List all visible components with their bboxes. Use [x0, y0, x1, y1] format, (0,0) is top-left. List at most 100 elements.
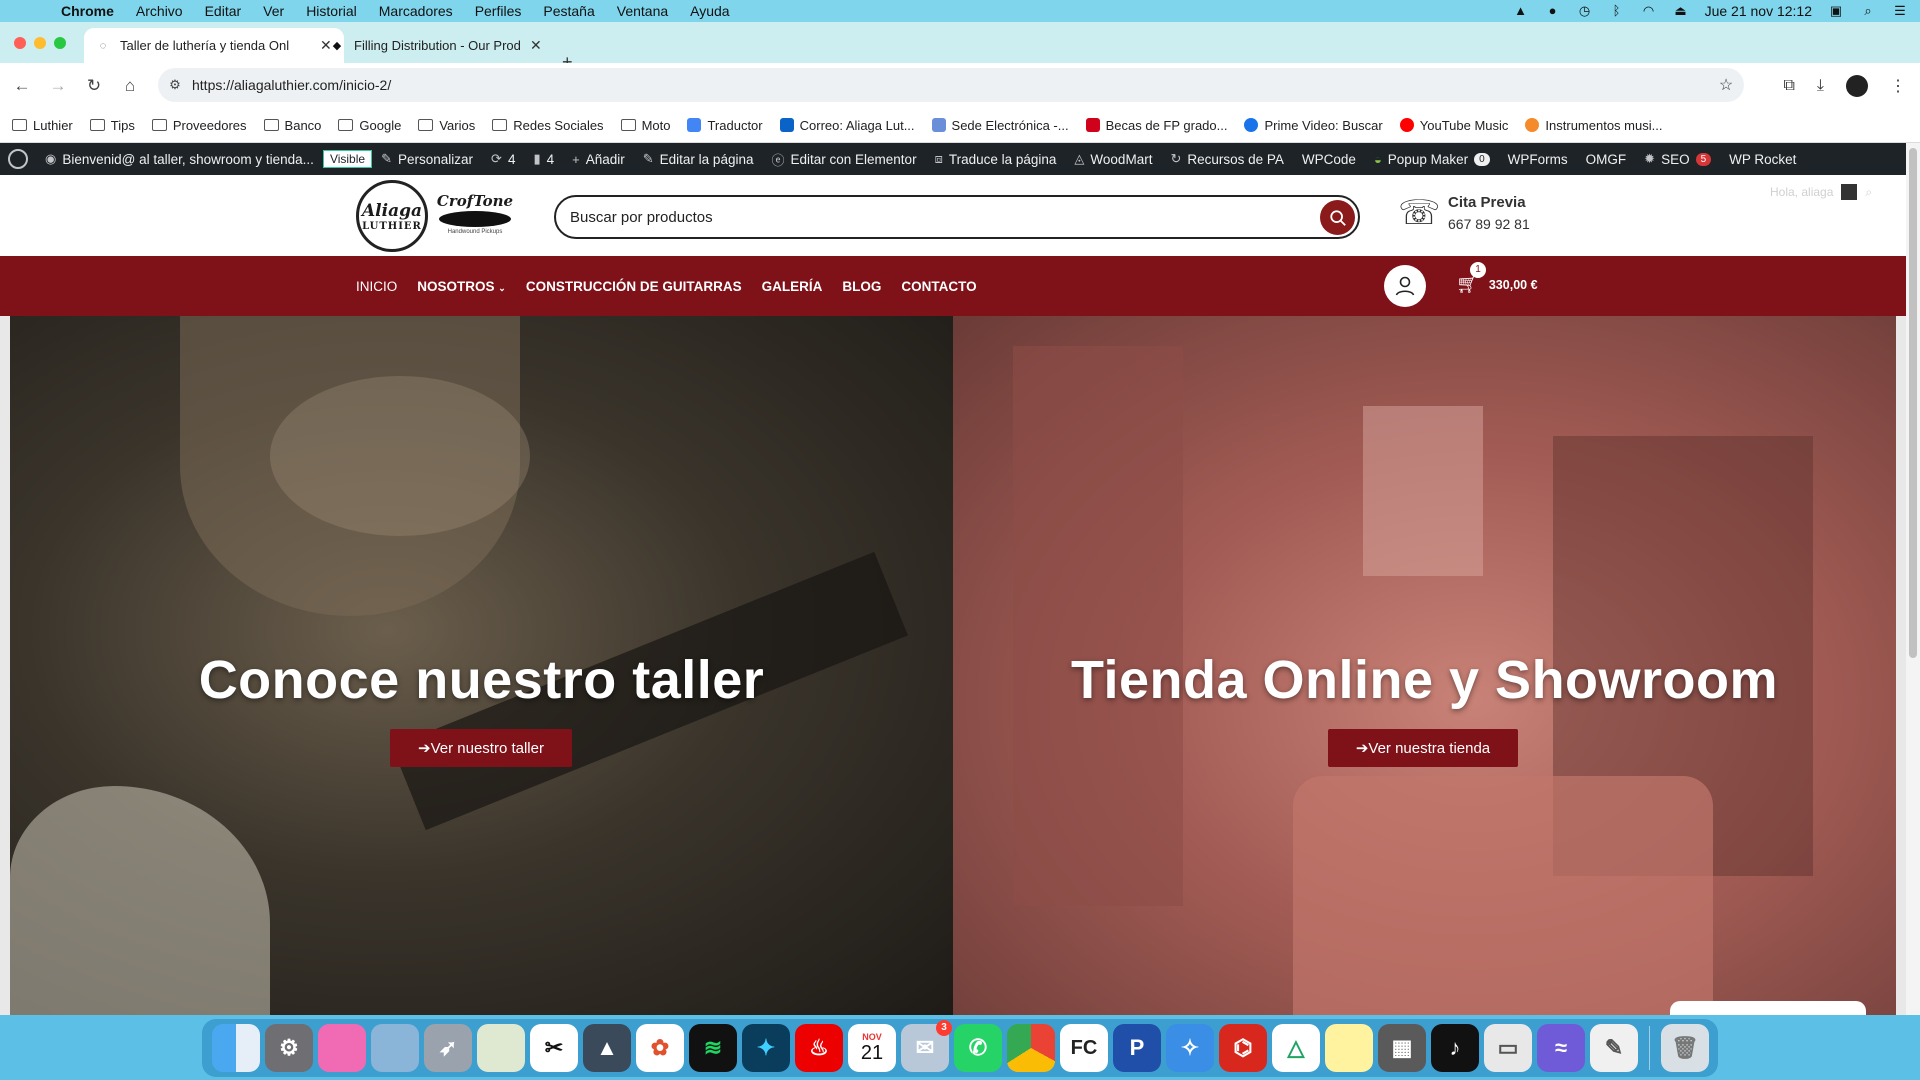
- bookmark-folder-varios[interactable]: Varios: [418, 118, 475, 133]
- profile-avatar[interactable]: [1846, 74, 1868, 97]
- nav-blog[interactable]: BLOG: [842, 279, 881, 294]
- wp-translate[interactable]: ⧈ Traduce la página: [926, 151, 1066, 167]
- wp-wpforms[interactable]: WPForms: [1499, 152, 1577, 167]
- account-button[interactable]: [1384, 265, 1426, 307]
- search-icon[interactable]: ⌕: [1865, 185, 1872, 200]
- bookmark-sede-electronica[interactable]: Sede Electrónica -...: [931, 118, 1069, 133]
- bluetooth-icon[interactable]: ᛒ: [1609, 4, 1625, 18]
- whatsapp-icon[interactable]: ✆: [954, 1024, 1002, 1072]
- spotlight-search-icon[interactable]: ⌕: [1860, 4, 1876, 18]
- time-machine-icon[interactable]: ◷: [1577, 4, 1593, 18]
- notes-icon[interactable]: [1325, 1024, 1373, 1072]
- maps-icon[interactable]: [477, 1024, 525, 1072]
- bookmark-prime-video[interactable]: Prime Video: Buscar: [1244, 118, 1383, 133]
- textedit-icon[interactable]: ✎: [1590, 1024, 1638, 1072]
- google-drive-icon[interactable]: △: [1272, 1024, 1320, 1072]
- rocket-app-icon[interactable]: ➶: [424, 1024, 472, 1072]
- menu-ventana[interactable]: Ventana: [606, 3, 679, 19]
- nav-nosotros[interactable]: NOSOTROS ⌄: [417, 279, 506, 294]
- pages-p-icon[interactable]: P: [1113, 1024, 1161, 1072]
- wp-edit-page[interactable]: ✎ Editar la página: [634, 151, 763, 167]
- nav-inicio[interactable]: INICIO: [356, 279, 397, 294]
- bookmark-folder-banco[interactable]: Banco: [263, 118, 321, 133]
- capcut-icon[interactable]: ✂: [530, 1024, 578, 1072]
- trash-icon[interactable]: 🗑︎: [1661, 1024, 1709, 1072]
- forward-icon[interactable]: →: [40, 76, 76, 96]
- bookmark-youtube-music[interactable]: YouTube Music: [1399, 118, 1508, 133]
- reload-icon[interactable]: ↻: [76, 76, 112, 96]
- menu-historial[interactable]: Historial: [295, 3, 368, 19]
- finder-icon[interactable]: [212, 1024, 260, 1072]
- bookmark-folder-luthier[interactable]: Luthier: [12, 118, 73, 133]
- scrollbar-thumb[interactable]: [1909, 148, 1917, 658]
- wifi-icon[interactable]: ◠: [1641, 4, 1657, 18]
- site-settings-icon[interactable]: ⚙: [158, 77, 192, 93]
- bookmark-star-icon[interactable]: ☆: [1708, 75, 1744, 95]
- nav-construccion[interactable]: CONSTRUCCIÓN DE GUITARRAS: [526, 279, 742, 294]
- screen-mirror-icon[interactable]: ▣: [1828, 4, 1844, 18]
- wp-omgf[interactable]: OMGF: [1577, 152, 1636, 167]
- tab-filling-distribution[interactable]: ◆ Filling Distribution - Our Prod ✕: [318, 28, 554, 63]
- bookmark-becas[interactable]: Becas de FP grado...: [1085, 118, 1227, 133]
- ver-taller-button[interactable]: ➔Ver nuestro taller: [390, 729, 572, 767]
- back-icon[interactable]: ←: [4, 76, 40, 96]
- cita-previa[interactable]: ☏ Cita Previa 667 89 92 81: [1398, 193, 1530, 233]
- notification-icon[interactable]: ●: [1545, 4, 1561, 18]
- acrobat-icon[interactable]: ⌬: [1219, 1024, 1267, 1072]
- wp-add-new[interactable]: + Añadir: [563, 152, 634, 167]
- safari-icon[interactable]: ✧: [1166, 1024, 1214, 1072]
- visible-badge[interactable]: Visible: [322, 150, 373, 168]
- close-tab-icon[interactable]: ✕: [530, 37, 542, 54]
- nav-galeria[interactable]: GALERÍA: [762, 279, 823, 294]
- filezilla-icon[interactable]: FC: [1060, 1024, 1108, 1072]
- close-window-button[interactable]: [14, 37, 26, 49]
- tab-aliaga[interactable]: ◌ Taller de luthería y tienda Onl ✕: [84, 28, 344, 63]
- menu-pestana[interactable]: Pestaña: [532, 3, 605, 19]
- extensions-icon[interactable]: ⧉: [1783, 77, 1794, 95]
- bookmark-folder-tips[interactable]: Tips: [89, 118, 135, 133]
- wp-seo[interactable]: ✹ SEO 5: [1635, 151, 1720, 167]
- wp-woodmart[interactable]: ◬ WoodMart: [1065, 151, 1161, 167]
- hero-tienda-panel[interactable]: Tienda Online y Showroom ➔Ver nuestra ti…: [953, 316, 1896, 1015]
- bookmark-folder-google[interactable]: Google: [338, 118, 401, 133]
- menu-marcadores[interactable]: Marcadores: [368, 3, 464, 19]
- product-search-input[interactable]: Buscar por productos: [554, 195, 1360, 239]
- wp-site-name[interactable]: ◉ Bienvenid@ al taller, showroom y tienda…: [36, 151, 323, 167]
- mail-stamp-icon[interactable]: ✉ 3: [901, 1020, 952, 1072]
- printer-icon[interactable]: ▭: [1484, 1024, 1532, 1072]
- santander-icon[interactable]: ♨: [795, 1024, 843, 1072]
- caixabank-icon[interactable]: ✦: [742, 1024, 790, 1072]
- tiktok-icon[interactable]: ♪: [1431, 1024, 1479, 1072]
- wp-edit-elementor[interactable]: ⓔ Editar con Elementor: [762, 150, 925, 169]
- wp-comments[interactable]: ▮ 4: [524, 151, 563, 167]
- drive-sync-icon[interactable]: ▲: [1513, 4, 1529, 18]
- calculator-icon[interactable]: ▦: [1378, 1024, 1426, 1072]
- menu-perfiles[interactable]: Perfiles: [464, 3, 533, 19]
- wp-wpcode[interactable]: WPCode: [1293, 152, 1365, 167]
- wp-greeting[interactable]: Hola, aliaga ⌕: [1770, 184, 1872, 200]
- download-icon[interactable]: ⤓: [1817, 77, 1824, 95]
- bookmark-correo[interactable]: Correo: Aliaga Lut...: [779, 118, 915, 133]
- chrome-menu-icon[interactable]: ⋮: [1890, 76, 1906, 96]
- menu-archivo[interactable]: Archivo: [125, 3, 194, 19]
- photos-icon[interactable]: ✿: [636, 1024, 684, 1072]
- bookmark-traductor[interactable]: Traductor: [687, 118, 763, 133]
- hero-taller-panel[interactable]: Conoce nuestro taller ➔Ver nuestro talle…: [10, 316, 953, 1015]
- minimize-window-button[interactable]: [34, 37, 46, 49]
- menu-ayuda[interactable]: Ayuda: [679, 3, 740, 19]
- wp-recursos-pa[interactable]: ↻ Recursos de PA: [1161, 151, 1292, 167]
- clock[interactable]: Jue 21 nov 12:12: [1705, 3, 1812, 19]
- menu-app-name[interactable]: Chrome: [50, 3, 125, 19]
- menu-ver[interactable]: Ver: [252, 3, 295, 19]
- cart-widget[interactable]: 🛒︎ 1 330,00 €: [1456, 262, 1538, 295]
- ver-tienda-button[interactable]: ➔Ver nuestra tienda: [1328, 729, 1518, 767]
- chat-widget-tab[interactable]: [1670, 1001, 1866, 1015]
- wordpress-logo-icon[interactable]: [8, 149, 28, 169]
- wp-popup-maker[interactable]: ◒ Popup Maker 0: [1365, 152, 1499, 167]
- calendar-icon[interactable]: NOV 21: [848, 1024, 896, 1072]
- inkscape-icon[interactable]: ▲: [583, 1024, 631, 1072]
- search-button[interactable]: [1320, 200, 1355, 235]
- url-text[interactable]: https://aliagaluthier.com/inicio-2/: [192, 77, 1708, 93]
- control-center-icon[interactable]: ☰: [1892, 4, 1908, 18]
- bookmark-folder-proveedores[interactable]: Proveedores: [151, 118, 247, 133]
